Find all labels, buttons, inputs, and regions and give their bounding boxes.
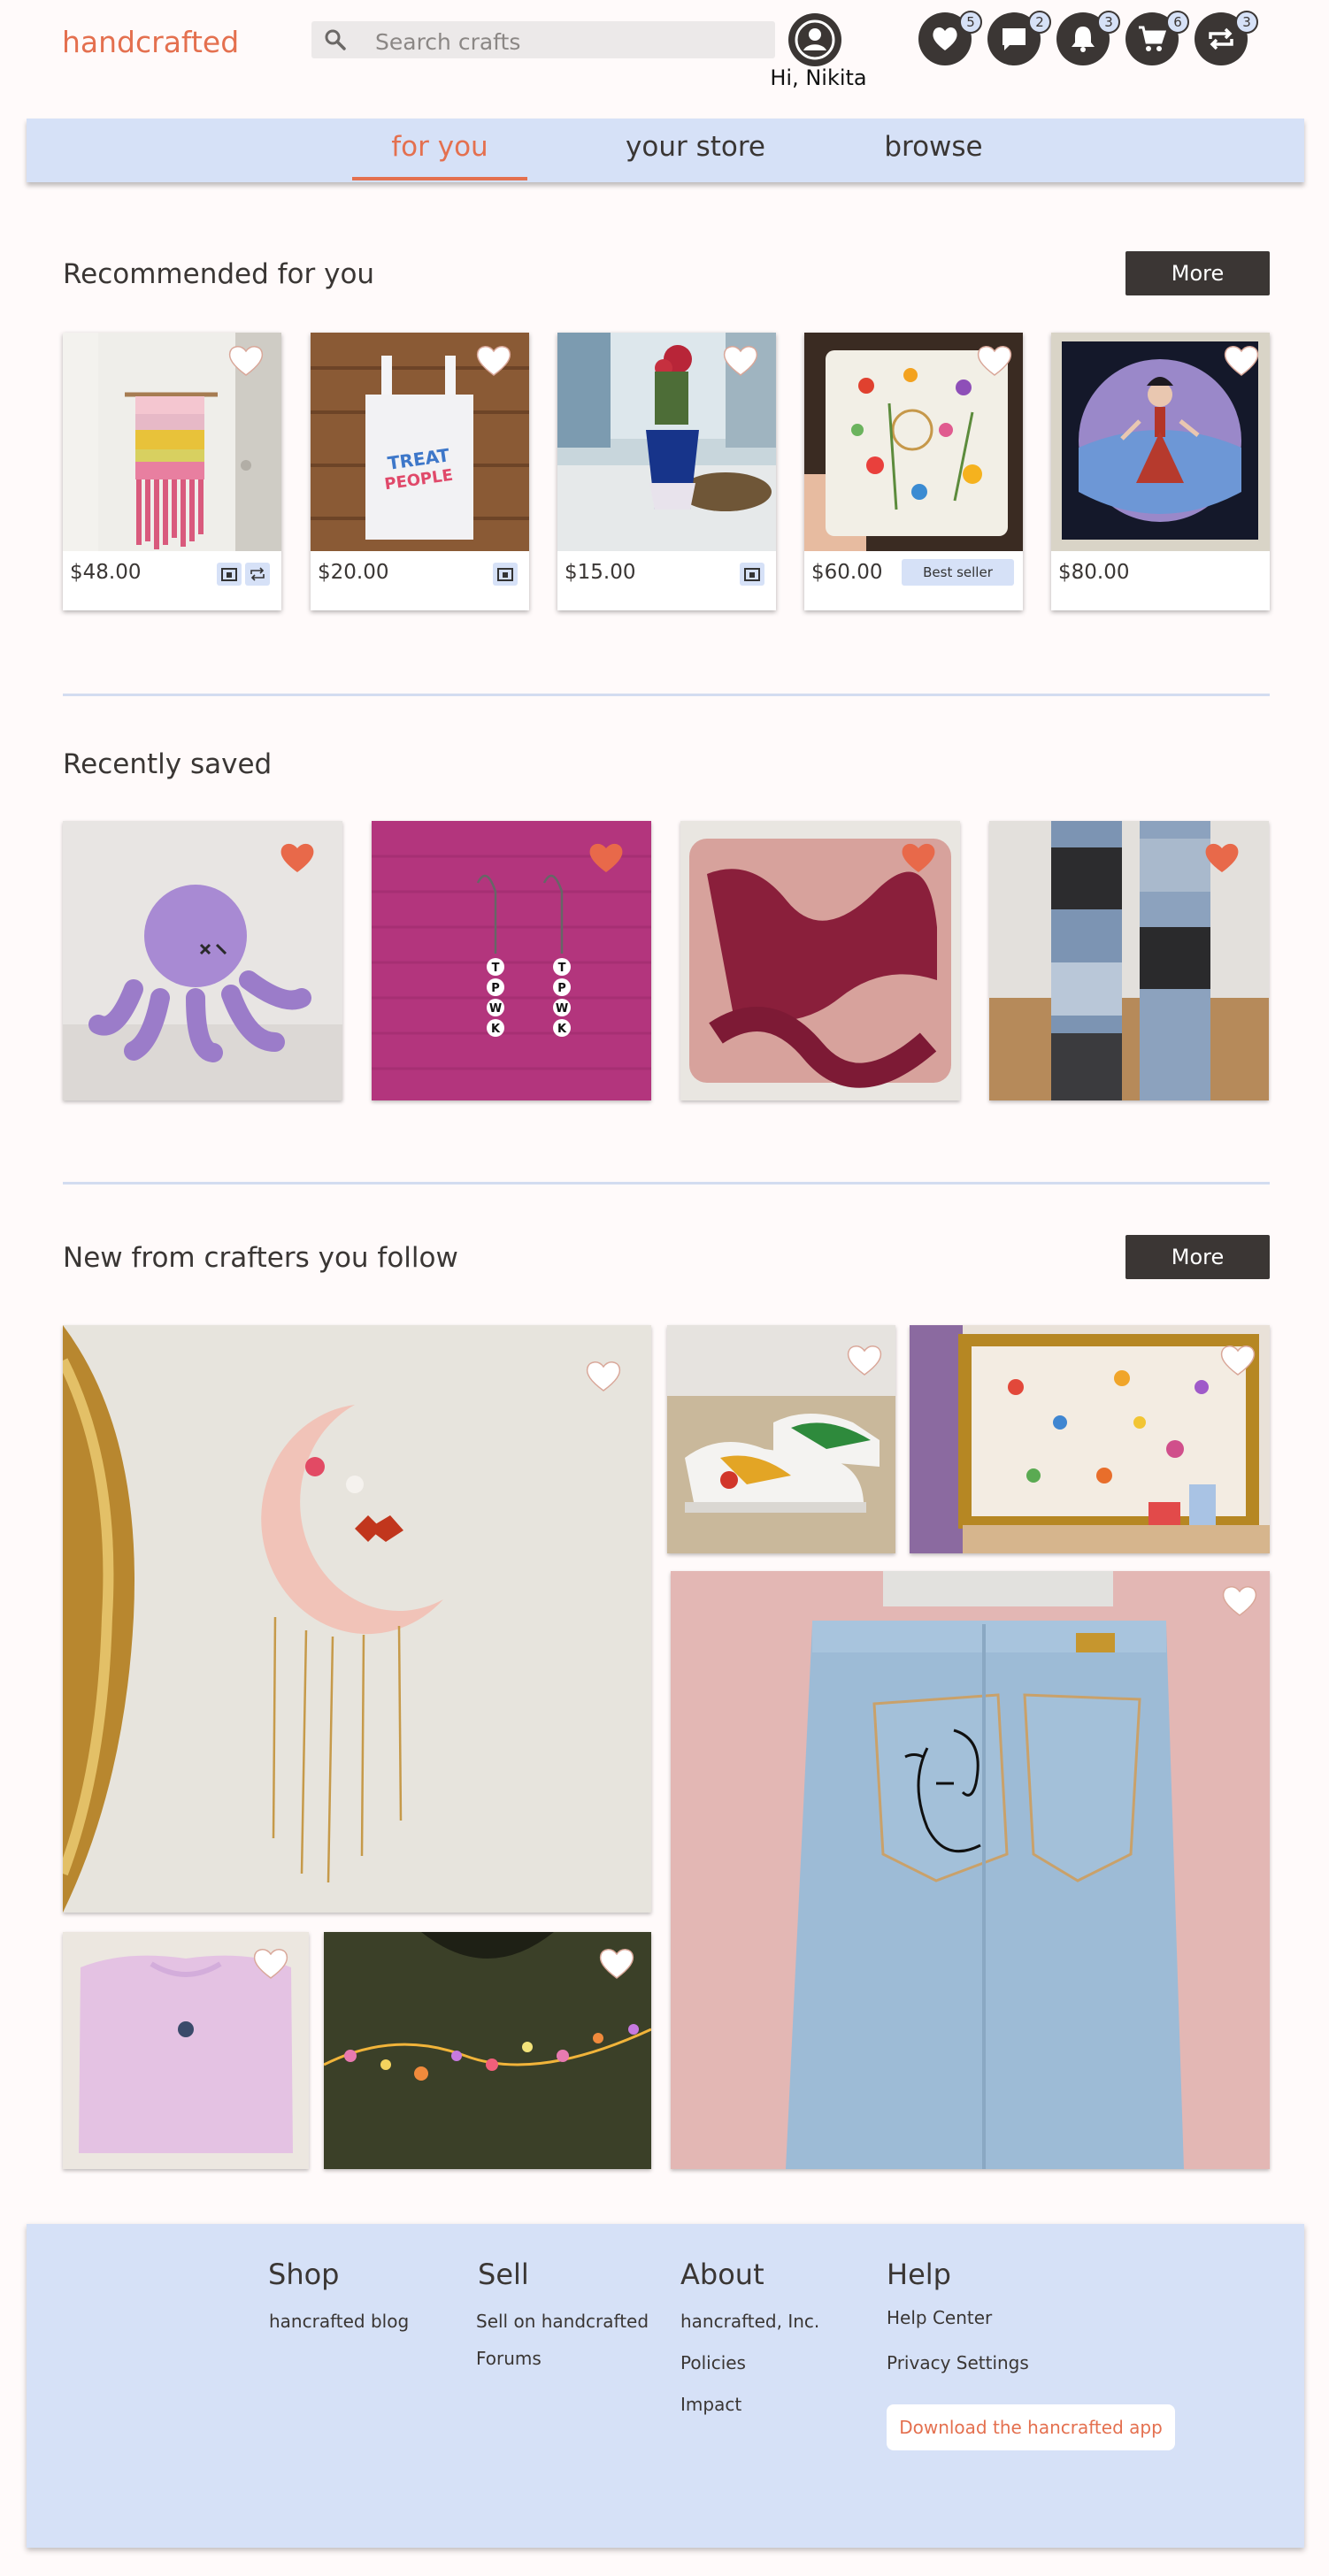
notifications-badge: 3	[1097, 11, 1120, 34]
favorites-badge: 5	[959, 11, 982, 34]
svg-text:K: K	[491, 1023, 501, 1036]
footer-sell-title: Sell	[478, 2258, 529, 2291]
search-icon	[325, 29, 346, 50]
crafter-post-moon-jewelry-holder[interactable]	[63, 1325, 651, 1913]
message-icon	[1003, 28, 1026, 50]
section-divider	[63, 1182, 1270, 1184]
bell-icon	[1072, 27, 1095, 52]
favorite-heart-icon[interactable]	[585, 1359, 622, 1392]
footer-help-title: Help	[887, 2258, 951, 2291]
saved-heart-icon[interactable]	[1203, 840, 1241, 874]
product-price: $60.00	[811, 561, 883, 584]
product-price: $20.00	[318, 561, 389, 584]
profile-avatar-icon[interactable]	[787, 12, 842, 67]
footer-link-sell[interactable]: Sell on handcrafted	[476, 2311, 649, 2332]
tab-your-store[interactable]: your store	[589, 131, 802, 163]
camera-icon	[493, 563, 518, 586]
footer-link-blog[interactable]: hancrafted blog	[269, 2311, 409, 2332]
section-divider	[63, 694, 1270, 696]
active-tab-indicator	[352, 177, 527, 180]
svg-text:T: T	[558, 962, 566, 975]
svg-text:P: P	[491, 982, 500, 995]
tab-browse[interactable]: browse	[849, 131, 1018, 163]
product-card[interactable]: TREAT PEOPLE $20.00	[311, 333, 529, 610]
following-title: New from crafters you follow	[63, 1242, 458, 1274]
svg-text:T: T	[492, 962, 500, 975]
camera-icon	[217, 563, 242, 586]
product-card[interactable]: $80.00	[1051, 333, 1270, 610]
messages-badge: 2	[1028, 11, 1051, 34]
search-input[interactable]: Search crafts	[375, 29, 520, 55]
greeting: Hi, Nikita	[770, 65, 867, 90]
favorite-heart-icon[interactable]	[252, 1946, 289, 1980]
heart-icon	[933, 27, 957, 50]
footer-link-policies[interactable]: Policies	[680, 2352, 746, 2373]
product-card[interactable]: $48.00	[63, 333, 281, 610]
cart-button[interactable]: 6	[1125, 11, 1189, 65]
saved-item-earrings[interactable]: TPWK TPWK	[372, 821, 651, 1100]
saved-heart-icon[interactable]	[900, 840, 937, 874]
saved-item-crochet-octopus[interactable]	[63, 821, 342, 1100]
favorite-heart-icon[interactable]	[227, 343, 265, 377]
recently-saved-title: Recently saved	[63, 748, 273, 780]
footer-link-privacy[interactable]: Privacy Settings	[887, 2352, 1029, 2373]
svg-text:W: W	[489, 1002, 502, 1016]
product-price: $80.00	[1058, 561, 1130, 584]
cart-icon	[1139, 26, 1167, 51]
footer-link-company[interactable]: hancrafted, Inc.	[680, 2311, 819, 2332]
notifications-button[interactable]: 3	[1056, 11, 1120, 65]
footer-about-title: About	[680, 2258, 764, 2291]
product-price: $48.00	[70, 561, 142, 584]
saved-item-patchwork-jeans[interactable]	[989, 821, 1269, 1100]
logo[interactable]: handcrafted	[62, 25, 239, 59]
product-card[interactable]: $15.00	[557, 333, 776, 610]
footer-link-forums[interactable]: Forums	[476, 2348, 542, 2369]
crafter-post-embroidered-jeans[interactable]	[671, 1571, 1270, 2169]
svg-text:W: W	[556, 1002, 568, 1016]
crafter-post-framed-flowers[interactable]	[910, 1325, 1270, 1553]
footer-shop-title: Shop	[268, 2258, 340, 2291]
recommended-more-button[interactable]: More	[1125, 251, 1270, 295]
svg-text:K: K	[557, 1023, 567, 1036]
favorite-heart-icon[interactable]	[1223, 343, 1260, 377]
svg-text:P: P	[557, 982, 566, 995]
product-price: $15.00	[565, 561, 636, 584]
favorite-heart-icon[interactable]	[976, 343, 1013, 377]
tab-for-you[interactable]: for you	[352, 131, 527, 163]
crafter-post-embroidered-shirt[interactable]	[324, 1932, 651, 2169]
saved-heart-icon[interactable]	[588, 840, 625, 874]
swap-icon	[1209, 27, 1233, 50]
favorite-heart-icon[interactable]	[475, 343, 512, 377]
product-card[interactable]: $60.00 Best seller	[804, 333, 1023, 610]
crafter-post-painted-sneakers[interactable]	[667, 1325, 895, 1553]
favorite-heart-icon[interactable]	[846, 1343, 883, 1376]
swap-icon	[245, 563, 270, 586]
best-seller-badge: Best seller	[902, 559, 1014, 586]
favorite-heart-icon[interactable]	[1219, 1343, 1256, 1376]
swaps-button[interactable]: 3	[1195, 11, 1258, 65]
footer-link-help-center[interactable]: Help Center	[887, 2307, 992, 2328]
favorites-button[interactable]: 5	[918, 11, 982, 65]
crafter-post-lilac-sweatshirt[interactable]	[63, 1932, 309, 2169]
swaps-badge: 3	[1235, 11, 1258, 34]
favorite-heart-icon[interactable]	[722, 343, 759, 377]
search-bar[interactable]: Search crafts	[311, 21, 775, 58]
footer-link-impact[interactable]: Impact	[680, 2394, 741, 2415]
cart-badge: 6	[1166, 11, 1189, 34]
camera-icon	[740, 563, 764, 586]
tab-bar: for you your store browse	[27, 119, 1304, 182]
following-more-button[interactable]: More	[1125, 1235, 1270, 1279]
saved-heart-icon[interactable]	[279, 840, 316, 874]
messages-button[interactable]: 2	[987, 11, 1051, 65]
favorite-heart-icon[interactable]	[1221, 1583, 1258, 1617]
favorite-heart-icon[interactable]	[598, 1946, 635, 1980]
recommended-title: Recommended for you	[63, 258, 375, 290]
download-app-button[interactable]: Download the hancrafted app	[887, 2404, 1175, 2450]
footer: Shop hancrafted blog Sell Sell on handcr…	[27, 2224, 1304, 2548]
saved-item-tie-dye-shirt[interactable]	[680, 821, 960, 1100]
